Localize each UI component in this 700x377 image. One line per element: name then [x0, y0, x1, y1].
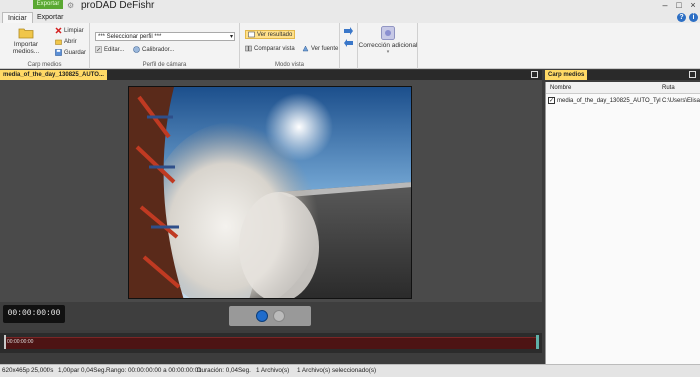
- player-buttons: [229, 306, 311, 326]
- media-list: Nombre Ruta ✓ media_of_the_day_130825_AU…: [545, 82, 700, 364]
- comparar-vista-button[interactable]: Comparar vista: [245, 45, 295, 52]
- dropdown-arrow-icon: ▾: [386, 49, 390, 55]
- status-range: Rango: 00:00:00:00 a 00:00:00:01: [106, 367, 202, 374]
- minimize-button[interactable]: –: [660, 1, 670, 10]
- chevron-down-icon: ▾: [229, 34, 233, 40]
- timeline-track[interactable]: 00:00:00:00: [4, 337, 538, 349]
- maximize-button[interactable]: □: [674, 1, 684, 10]
- result-view-icon: [248, 31, 255, 38]
- timeline-start-handle[interactable]: [4, 335, 6, 349]
- status-files: 1 Archivo(s): [256, 367, 290, 374]
- group-label-modo-vista: Modo vista: [274, 62, 304, 68]
- app-logo-icon: ⚙: [67, 1, 75, 10]
- group-label-carp-medios: Carp medios: [27, 62, 62, 68]
- abrir-button[interactable]: Abrir: [55, 38, 77, 45]
- group-correccion: Corrección adicional ▾: [358, 23, 418, 69]
- file-name: media_of_the_day_130825_AUTO_Tyl...: [557, 98, 661, 104]
- info-icon[interactable]: i: [689, 13, 698, 22]
- timeline-time: 00:00:00:00: [7, 339, 34, 345]
- correccion-adicional-label: Corrección adicional: [358, 42, 418, 49]
- play-icon[interactable]: [256, 310, 268, 322]
- camera-profile-select[interactable]: *** Seleccionar perfil *** ▾: [95, 32, 235, 41]
- source-view-icon: [302, 45, 309, 52]
- camera-profile-value: *** Seleccionar perfil ***: [98, 34, 162, 40]
- column-nombre[interactable]: Nombre: [550, 85, 571, 91]
- video-panel-header: media_of_the_day_130825_AUTO...: [0, 70, 542, 80]
- open-folder-icon: [55, 39, 62, 45]
- video-area: [0, 80, 542, 302]
- calibrator-icon: [133, 46, 140, 53]
- guardar-label: Guardar: [64, 49, 87, 56]
- maximize-panel-icon[interactable]: [531, 71, 538, 78]
- status-par: 1,00par: [58, 367, 80, 374]
- timecode-display: 00:00:00:00: [3, 305, 65, 323]
- editar-label: Editar...: [104, 46, 125, 53]
- playback-controls: 00:00:00:00: [0, 302, 542, 330]
- status-resolution: 620x465p: [2, 367, 30, 374]
- ver-resultado-button[interactable]: Ver resultado: [245, 30, 296, 39]
- stop-icon[interactable]: [273, 310, 285, 322]
- import-media-label: Importar medios...: [12, 41, 40, 55]
- arrow-left-icon[interactable]: [344, 39, 353, 47]
- export-badge: Exportar: [33, 0, 63, 9]
- tab-exportar[interactable]: Exportar: [32, 12, 68, 23]
- title-bar: Exportar ⚙ proDAD DeFishr – □ ×: [0, 0, 700, 12]
- window-controls: – □ ×: [660, 1, 698, 10]
- abrir-label: Abrir: [64, 38, 77, 45]
- maximize-media-panel-icon[interactable]: [689, 71, 696, 78]
- group-arrows: [340, 23, 358, 69]
- calibrador-label: Calibrador...: [142, 46, 175, 53]
- column-ruta[interactable]: Ruta: [662, 85, 675, 91]
- calibrador-button[interactable]: Calibrador...: [133, 46, 174, 53]
- ver-fuente-button[interactable]: Ver fuente: [302, 45, 338, 52]
- group-modo-vista: Ver resultado Comparar vista Ver fuente …: [240, 23, 340, 69]
- limpiar-label: Limpiar: [64, 27, 84, 34]
- media-list-header: Nombre Ruta: [546, 82, 700, 94]
- app-window: Exportar ⚙ proDAD DeFishr – □ × Iniciar …: [0, 0, 700, 377]
- video-preview[interactable]: [128, 86, 412, 299]
- media-panel-header: Carp medios: [545, 70, 700, 80]
- edit-icon: [95, 46, 102, 53]
- guardar-button[interactable]: Guardar: [55, 49, 86, 56]
- ribbon: Importar medios... Limpiar Abrir Guardar…: [0, 23, 700, 69]
- file-path: C:\Users\Elisab: [662, 98, 700, 104]
- limpiar-button[interactable]: Limpiar: [55, 27, 84, 34]
- group-label-perfil: Perfil de cámara: [142, 62, 187, 68]
- ver-resultado-label: Ver resultado: [257, 31, 293, 38]
- group-carp-medios: Importar medios... Limpiar Abrir Guardar…: [0, 23, 90, 69]
- group-perfil-camara: *** Seleccionar perfil *** ▾ Editar... C…: [90, 23, 240, 69]
- status-fps: 25,00f/s: [31, 367, 54, 374]
- status-bar: 620x465p 25,00f/s 1,00par 0,04Seg. Rango…: [0, 364, 700, 377]
- file-checkbox[interactable]: ✓: [548, 97, 555, 104]
- clear-x-icon: [55, 27, 62, 34]
- folder-icon: [18, 28, 34, 39]
- status-duration: Duración: 0,04Seg.: [197, 367, 251, 374]
- correccion-adicional-button[interactable]: Corrección adicional ▾: [358, 26, 418, 55]
- help-icon[interactable]: ?: [677, 13, 686, 22]
- ribbon-tabs: Iniciar Exportar ? i: [0, 12, 700, 23]
- correction-icon: [381, 26, 395, 40]
- video-frame-image: [129, 87, 411, 298]
- status-length: 0,04Seg.: [81, 367, 107, 374]
- import-media-button[interactable]: Importar medios...: [2, 26, 50, 55]
- save-icon: [55, 49, 62, 56]
- comparar-vista-label: Comparar vista: [254, 45, 295, 52]
- window-title: proDAD DeFishr: [81, 0, 155, 11]
- media-panel-tab[interactable]: Carp medios: [545, 70, 588, 80]
- ver-fuente-label: Ver fuente: [311, 45, 339, 52]
- list-item[interactable]: ✓ media_of_the_day_130825_AUTO_Tyl... C:…: [546, 96, 700, 106]
- editar-button[interactable]: Editar...: [95, 46, 124, 53]
- compare-view-icon: [245, 45, 252, 52]
- close-button[interactable]: ×: [688, 1, 698, 10]
- tab-iniciar[interactable]: Iniciar: [2, 12, 33, 23]
- timeline: 00:00:00:00: [0, 333, 542, 353]
- video-tab[interactable]: media_of_the_day_130825_AUTO...: [0, 70, 107, 80]
- timeline-end-handle[interactable]: [536, 335, 539, 349]
- arrow-right-icon[interactable]: [344, 27, 353, 35]
- status-selected: 1 Archivo(s) seleccionado(s): [297, 367, 377, 374]
